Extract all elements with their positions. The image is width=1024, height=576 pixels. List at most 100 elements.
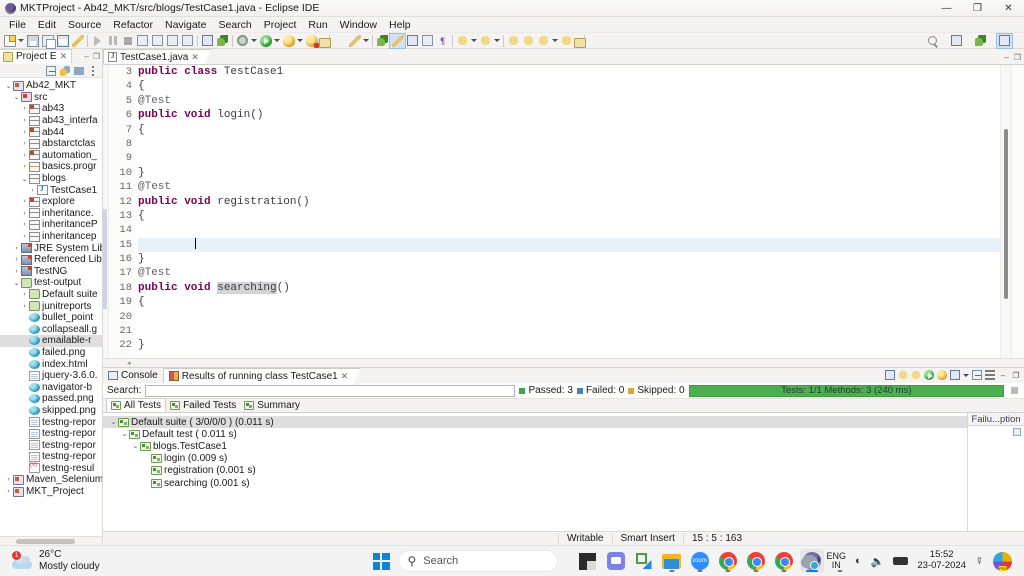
scroll-left-icon[interactable]: ◂ (127, 359, 131, 367)
tree-item[interactable]: testng-repor (0, 416, 102, 428)
code-line[interactable]: −@Test (138, 266, 1000, 280)
weather-widget[interactable]: 1 26°C Mostly cloudy (0, 549, 200, 574)
chevron-down-icon[interactable]: ⌄ (20, 175, 29, 183)
collapse-all-icon[interactable] (45, 65, 56, 76)
close-button[interactable]: ✕ (993, 0, 1024, 17)
print-icon[interactable] (70, 34, 85, 48)
battery-icon[interactable] (893, 557, 909, 565)
chevron-down-icon[interactable] (273, 34, 281, 48)
chevron-down-icon[interactable] (551, 34, 559, 48)
menu-help[interactable]: Help (383, 18, 417, 32)
tree-item[interactable]: ⌄ Ab42_MKT (0, 80, 102, 92)
minimize-view-icon[interactable]: – (84, 52, 88, 61)
tree-item[interactable]: › ab43_interfa (0, 115, 102, 127)
chevron-down-icon[interactable] (17, 34, 25, 48)
code-line[interactable]: public void searching() (138, 281, 1000, 295)
tree-item[interactable]: › JRE System Libr (0, 242, 102, 254)
menu-navigate[interactable]: Navigate (159, 18, 212, 32)
file-explorer-icon[interactable] (660, 549, 684, 573)
tab-summary[interactable]: Summary (240, 398, 304, 412)
chevron-down-icon[interactable] (296, 34, 304, 48)
test-tree-item[interactable]: ⌄ Default suite ( 3/0/0/0 ) (0.011 s) (103, 416, 967, 429)
external-tools-icon[interactable] (235, 34, 250, 48)
menu-run[interactable]: Run (302, 18, 333, 32)
volume-muted-icon[interactable]: 🔈 (871, 555, 885, 568)
notification-bell-icon[interactable]: ☿ (975, 554, 984, 568)
wifi-icon[interactable]: ◐ (855, 555, 862, 567)
windows-start-icon[interactable] (372, 552, 390, 570)
tree-item[interactable]: testng-repor (0, 439, 102, 451)
tree-item[interactable]: testng-resul (0, 462, 102, 475)
menu-source[interactable]: Source (62, 18, 107, 32)
step-into-icon[interactable] (135, 34, 150, 48)
tree-item[interactable]: › basics.progr (0, 161, 102, 173)
chrome-icon[interactable] (744, 549, 768, 573)
chevron-down-icon[interactable] (250, 34, 258, 48)
chevron-down-icon[interactable]: ⌄ (109, 418, 118, 426)
debug-icon[interactable] (281, 34, 296, 48)
minimize-editor-icon[interactable]: – (1004, 53, 1008, 62)
open-report-icon[interactable] (884, 369, 896, 381)
view-menu-icon[interactable] (984, 369, 996, 381)
chevron-right-icon[interactable]: › (4, 476, 13, 483)
test-tree-item[interactable]: ⌄ Default test ( 0.011 s) (103, 428, 967, 440)
new-java-project-icon[interactable] (319, 34, 347, 48)
tree-item[interactable]: collapseall.g (0, 323, 102, 335)
code-line[interactable]: public class TestCase1 (138, 65, 1000, 79)
code-text-area[interactable]: public class TestCase1{−@Testpublic void… (135, 65, 1000, 358)
zoom-icon[interactable]: zoom (688, 549, 712, 573)
editor-overview-ruler[interactable] (1011, 65, 1024, 358)
new-enum-icon[interactable] (405, 34, 420, 48)
minimize-button[interactable]: — (931, 0, 962, 17)
tree-item[interactable]: ⌄ blogs (0, 173, 102, 185)
close-icon[interactable]: ✕ (60, 51, 68, 62)
tree-item[interactable]: jquery-3.6.0. (0, 370, 102, 382)
project-tree[interactable]: ⌄ Ab42_MKT ⌄ src › ab43 › ab43_interfa › ab44 › abs… (0, 78, 102, 536)
editor-horizontal-scrollbar[interactable]: ◂ (103, 358, 1024, 367)
new-interface-icon[interactable] (389, 32, 406, 49)
chevron-right-icon[interactable]: › (20, 291, 29, 298)
save-all-icon[interactable] (40, 34, 56, 49)
previous-failed-test-icon[interactable] (910, 369, 922, 381)
chevron-down-icon[interactable] (493, 34, 501, 48)
resume-icon[interactable] (90, 34, 105, 48)
tree-item[interactable]: › abstarctclas (0, 138, 102, 150)
close-icon[interactable]: ✕ (341, 371, 349, 382)
restore-console-icon[interactable]: – (997, 369, 1009, 381)
chevron-down-icon[interactable]: ⌄ (12, 279, 21, 287)
explorer-hscrollbar[interactable] (0, 536, 102, 545)
open-type-icon[interactable] (455, 34, 470, 48)
view-filters-icon[interactable] (73, 65, 84, 76)
tree-item[interactable]: passed.png (0, 393, 102, 405)
java-ee-perspective-icon[interactable] (996, 32, 1013, 49)
terminate-icon[interactable] (120, 34, 135, 48)
tab-testng-results[interactable]: Results of running class TestCase1 ✕ (162, 368, 360, 385)
chevron-right-icon[interactable]: › (12, 256, 21, 263)
code-line[interactable]: public void login() (138, 108, 1000, 122)
menu-search[interactable]: Search (212, 18, 257, 32)
minimize-console-icon[interactable] (971, 369, 983, 381)
code-line[interactable]: −@Test (138, 94, 1000, 108)
tree-item[interactable]: testng-repor (0, 428, 102, 440)
scroll-thumb[interactable] (16, 538, 75, 544)
new-class-icon[interactable] (375, 34, 390, 48)
chevron-right-icon[interactable]: › (20, 303, 29, 310)
chevron-right-icon[interactable]: › (20, 163, 29, 170)
tab-failed-tests[interactable]: Failed Tests (166, 398, 240, 412)
tree-item[interactable]: failed.png (0, 347, 102, 359)
code-line[interactable]: { (138, 79, 1000, 93)
tree-item[interactable]: › junitreports (0, 300, 102, 312)
link-with-editor-icon[interactable] (59, 65, 70, 76)
language-indicator[interactable]: ENG IN (827, 551, 847, 571)
chevron-right-icon[interactable]: › (20, 105, 29, 112)
chevron-right-icon[interactable]: › (28, 187, 37, 194)
tree-item[interactable]: skipped.png (0, 405, 102, 417)
chevron-right-icon[interactable]: › (12, 245, 21, 252)
code-line[interactable]: −@Test (138, 180, 1000, 194)
tab-all-tests[interactable]: All Tests (106, 398, 167, 412)
code-line[interactable]: { (138, 123, 1000, 137)
restore-button[interactable]: ❐ (962, 0, 993, 17)
new-annotation-icon[interactable] (420, 34, 435, 48)
tree-item[interactable]: › TestNG (0, 266, 102, 278)
tree-item[interactable]: › MKT_Project (0, 486, 102, 498)
